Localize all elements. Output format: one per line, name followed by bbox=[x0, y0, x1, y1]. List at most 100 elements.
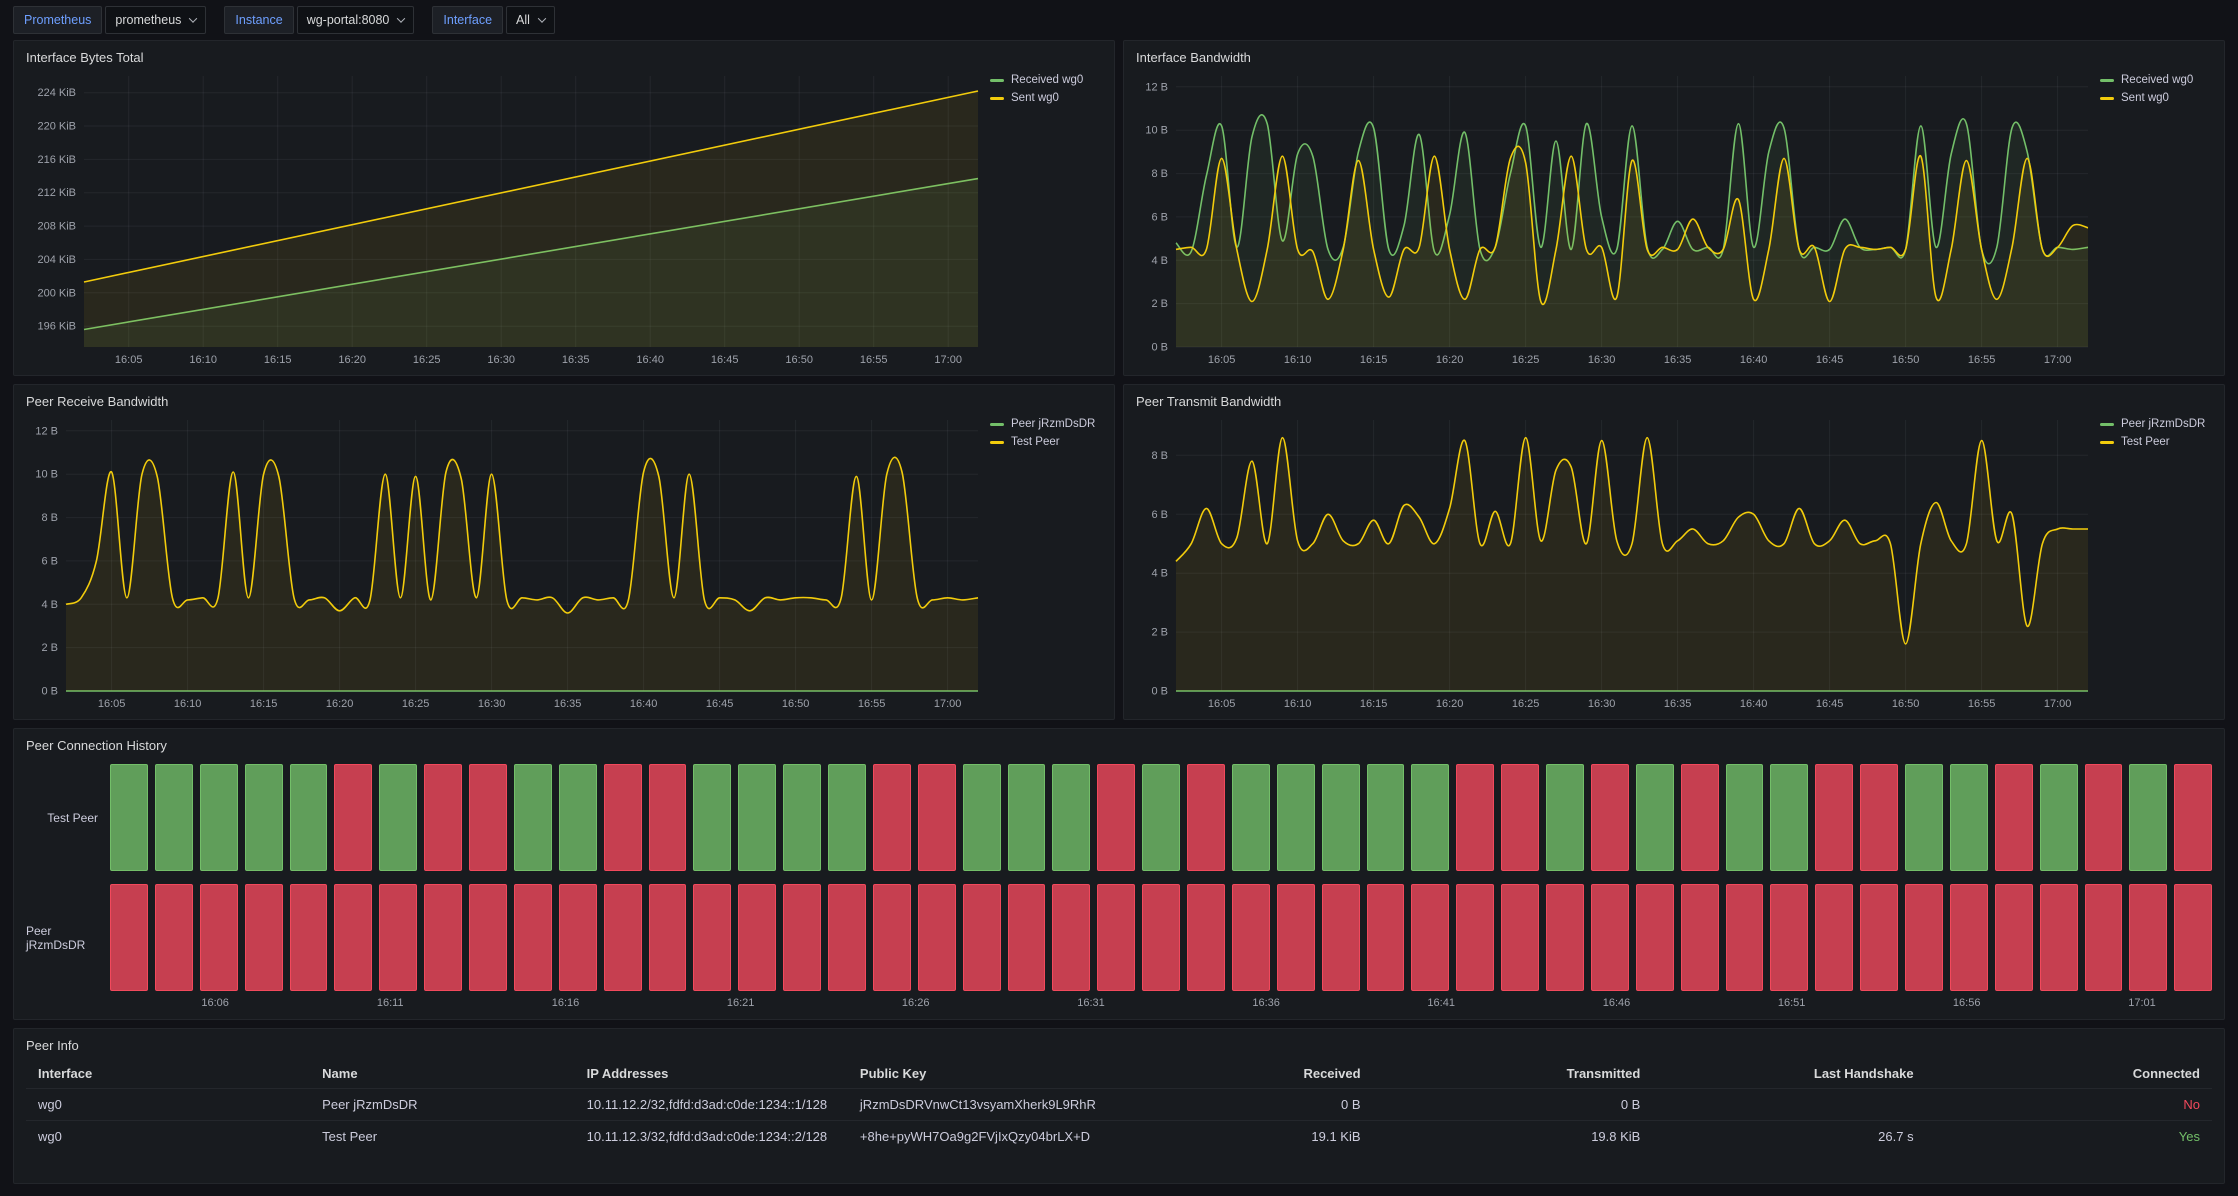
table-cell: No bbox=[1926, 1097, 2212, 1112]
state-block-connected bbox=[1277, 764, 1315, 871]
variable-value: prometheus bbox=[115, 13, 181, 27]
legend-label: Sent wg0 bbox=[2121, 92, 2169, 104]
peer-transmit-bandwidth-chart[interactable]: 0 B2 B4 B6 B8 B16:0516:1016:1516:2016:25… bbox=[1136, 412, 2094, 713]
state-block-disconnected bbox=[559, 884, 597, 991]
svg-text:16:45: 16:45 bbox=[711, 354, 739, 366]
peer-receive-bandwidth-chart[interactable]: 0 B2 B4 B6 B8 B10 B12 B16:0516:1016:1516… bbox=[26, 412, 984, 713]
legend-item[interactable]: Peer jRzmDsDR bbox=[2100, 418, 2212, 430]
interface-bandwidth-chart[interactable]: 0 B2 B4 B6 B8 B10 B12 B16:0516:1016:1516… bbox=[1136, 68, 2094, 369]
table-header-cell[interactable]: Transmitted bbox=[1373, 1066, 1653, 1081]
state-block-disconnected bbox=[1815, 764, 1853, 871]
interface-bytes-total-chart[interactable]: 196 KiB200 KiB204 KiB208 KiB212 KiB216 K… bbox=[26, 68, 984, 369]
panel-title[interactable]: Peer Info bbox=[26, 1036, 2212, 1056]
table-header-cell[interactable]: Received bbox=[1123, 1066, 1372, 1081]
timeline-row-label: Peer jRzmDsDR bbox=[26, 884, 110, 991]
state-block-connected bbox=[1770, 764, 1808, 871]
svg-text:0 B: 0 B bbox=[41, 686, 58, 698]
state-block-disconnected bbox=[1995, 884, 2033, 991]
state-block-connected bbox=[783, 764, 821, 871]
variable-dropdown-instance[interactable]: wg-portal:8080 bbox=[297, 6, 415, 34]
peer-info-table: InterfaceNameIP AddressesPublic KeyRecei… bbox=[26, 1058, 2212, 1177]
timeline-x-axis: 16:0616:1116:1616:2116:2616:3116:3616:41… bbox=[110, 997, 2212, 1013]
legend-item[interactable]: Received wg0 bbox=[2100, 74, 2212, 86]
table-header-cell[interactable]: Interface bbox=[26, 1066, 310, 1081]
svg-text:16:35: 16:35 bbox=[1664, 354, 1692, 366]
variable-value: wg-portal:8080 bbox=[307, 13, 390, 27]
svg-text:16:10: 16:10 bbox=[1284, 354, 1312, 366]
timeline-tick-label: 16:11 bbox=[377, 997, 404, 1009]
variable-label-prometheus[interactable]: Prometheus bbox=[13, 6, 102, 34]
svg-text:16:30: 16:30 bbox=[487, 354, 515, 366]
table-cell: wg0 bbox=[26, 1129, 310, 1144]
table-header-cell[interactable]: IP Addresses bbox=[575, 1066, 848, 1081]
legend-item[interactable]: Peer jRzmDsDR bbox=[990, 418, 1102, 430]
state-block-disconnected bbox=[1097, 764, 1135, 871]
variable-label-interface[interactable]: Interface bbox=[432, 6, 503, 34]
state-block-disconnected bbox=[1681, 884, 1719, 991]
timeline-tick-label: 16:46 bbox=[1603, 997, 1631, 1009]
legend-item[interactable]: Received wg0 bbox=[990, 74, 1102, 86]
table-header-row: InterfaceNameIP AddressesPublic KeyRecei… bbox=[26, 1058, 2212, 1088]
panel-title[interactable]: Peer Receive Bandwidth bbox=[26, 392, 1102, 412]
state-block-disconnected bbox=[1770, 884, 1808, 991]
panel-title[interactable]: Interface Bytes Total bbox=[26, 48, 1102, 68]
state-block-disconnected bbox=[1456, 884, 1494, 991]
svg-text:16:10: 16:10 bbox=[174, 698, 202, 710]
panel-title[interactable]: Interface Bandwidth bbox=[1136, 48, 2212, 68]
timeline-tick-label: 17:01 bbox=[2128, 997, 2156, 1009]
variable-group-prometheus: Prometheus prometheus bbox=[13, 6, 206, 34]
state-block-disconnected bbox=[649, 884, 687, 991]
variable-dropdown-interface[interactable]: All bbox=[506, 6, 555, 34]
svg-text:16:55: 16:55 bbox=[860, 354, 888, 366]
chevron-down-icon bbox=[189, 14, 197, 22]
state-block-connected bbox=[200, 764, 238, 871]
state-block-connected bbox=[290, 764, 328, 871]
state-block-disconnected bbox=[1860, 764, 1898, 871]
state-block-disconnected bbox=[110, 884, 148, 991]
table-header-cell[interactable]: Public Key bbox=[848, 1066, 1123, 1081]
legend-label: Peer jRzmDsDR bbox=[2121, 418, 2205, 430]
table-cell: 10.11.12.3/32,fdfd:d3ad:c0de:1234::2/128 bbox=[575, 1129, 848, 1144]
svg-text:6 B: 6 B bbox=[41, 555, 58, 567]
svg-text:16:35: 16:35 bbox=[554, 698, 582, 710]
svg-text:17:00: 17:00 bbox=[934, 698, 962, 710]
legend-item[interactable]: Sent wg0 bbox=[990, 92, 1102, 104]
svg-text:16:30: 16:30 bbox=[1588, 698, 1616, 710]
state-block-connected bbox=[245, 764, 283, 871]
legend-label: Test Peer bbox=[1011, 436, 1060, 448]
variable-dropdown-prometheus[interactable]: prometheus bbox=[105, 6, 206, 34]
state-block-disconnected bbox=[469, 764, 507, 871]
svg-text:216 KiB: 216 KiB bbox=[37, 154, 76, 166]
state-block-disconnected bbox=[1187, 884, 1225, 991]
state-timeline[interactable]: Test PeerPeer jRzmDsDR bbox=[26, 756, 2212, 997]
variable-label-instance[interactable]: Instance bbox=[224, 6, 293, 34]
state-block-disconnected bbox=[1815, 884, 1853, 991]
legend-item[interactable]: Test Peer bbox=[2100, 436, 2212, 448]
svg-text:6 B: 6 B bbox=[1151, 211, 1168, 223]
state-block-connected bbox=[1052, 764, 1090, 871]
legend-item[interactable]: Sent wg0 bbox=[2100, 92, 2212, 104]
table-header-cell[interactable]: Name bbox=[310, 1066, 575, 1081]
svg-text:2 B: 2 B bbox=[1151, 627, 1168, 639]
table-header-cell[interactable]: Connected bbox=[1926, 1066, 2212, 1081]
svg-text:16:45: 16:45 bbox=[1816, 354, 1844, 366]
legend-item[interactable]: Test Peer bbox=[990, 436, 1102, 448]
svg-text:10 B: 10 B bbox=[1145, 125, 1168, 137]
svg-text:224 KiB: 224 KiB bbox=[37, 87, 76, 99]
state-block-disconnected bbox=[290, 884, 328, 991]
state-block-disconnected bbox=[1591, 764, 1629, 871]
svg-text:16:20: 16:20 bbox=[1436, 354, 1464, 366]
state-block-connected bbox=[963, 764, 1001, 871]
state-block-disconnected bbox=[1052, 884, 1090, 991]
panel-title[interactable]: Peer Transmit Bandwidth bbox=[1136, 392, 2212, 412]
state-block-disconnected bbox=[604, 884, 642, 991]
timeline-row: Peer jRzmDsDR bbox=[26, 884, 2212, 991]
svg-text:16:40: 16:40 bbox=[630, 698, 658, 710]
state-block-disconnected bbox=[963, 884, 1001, 991]
timeline-tick-label: 16:21 bbox=[727, 997, 755, 1009]
table-cell: wg0 bbox=[26, 1097, 310, 1112]
table-header-cell[interactable]: Last Handshake bbox=[1652, 1066, 1925, 1081]
state-block-connected bbox=[1411, 764, 1449, 871]
state-block-connected bbox=[1008, 764, 1046, 871]
panel-title[interactable]: Peer Connection History bbox=[26, 736, 2212, 756]
